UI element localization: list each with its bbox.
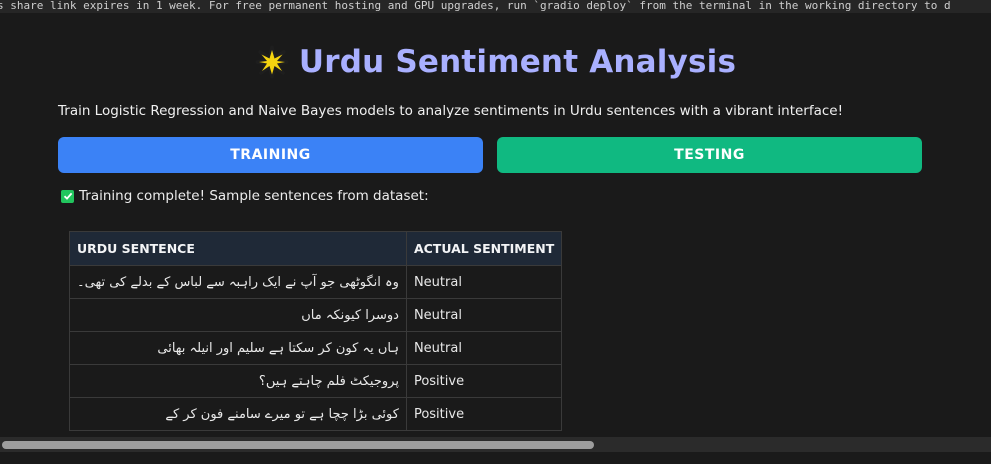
column-header-urdu-sentence: URDU SENTENCE <box>69 231 407 266</box>
column-header-actual-sentiment: ACTUAL SENTIMENT <box>405 231 563 266</box>
table-row: دوسرا کیونکہ ماں Neutral <box>69 298 563 332</box>
urdu-sentence-cell: دوسرا کیونکہ ماں <box>69 298 407 332</box>
training-button[interactable]: TRAINING <box>58 137 483 173</box>
table-row: کوئی بڑا چچا ہے تو میرے سامنے فون کر کے … <box>69 397 563 431</box>
sentiment-cell: Positive <box>405 397 563 431</box>
training-status: Training complete! Sample sentences from… <box>61 188 429 204</box>
sentiment-cell: Neutral <box>405 331 563 365</box>
table-row: پروجیکٹ فلم چاہتے ہیں؟ Positive <box>69 364 563 398</box>
training-status-text: Training complete! Sample sentences from… <box>79 188 429 204</box>
table-header-row: URDU SENTENCE ACTUAL SENTIMENT <box>69 231 563 266</box>
urdu-sentence-cell: ہاں یہ کون کر سکتا ہے سلیم اور انیلہ بھا… <box>69 331 407 365</box>
table-row: ہاں یہ کون کر سکتا ہے سلیم اور انیلہ بھا… <box>69 331 563 365</box>
testing-button[interactable]: TESTING <box>497 137 922 173</box>
urdu-sentence-cell: کوئی بڑا چچا ہے تو میرے سامنے فون کر کے <box>69 397 407 431</box>
sentiment-cell: Neutral <box>405 265 563 299</box>
urdu-sentence-cell: پروجیکٹ فلم چاہتے ہیں؟ <box>69 364 407 398</box>
star-icon <box>255 45 289 79</box>
bottom-strip <box>0 452 991 464</box>
share-link-notice: s share link expires in 1 week. For free… <box>0 0 991 13</box>
table-row: وہ انگوٹھی جو آپ نے ایک راہبہ سے لباس کے… <box>69 265 563 299</box>
urdu-sentence-cell: وہ انگوٹھی جو آپ نے ایک راہبہ سے لباس کے… <box>69 265 407 299</box>
sentiment-cell: Neutral <box>405 298 563 332</box>
horizontal-scrollbar-thumb[interactable] <box>2 441 594 449</box>
check-icon <box>61 189 74 203</box>
sentiment-cell: Positive <box>405 364 563 398</box>
page-title-text: Urdu Sentiment Analysis <box>298 44 737 80</box>
sample-sentences-table: URDU SENTENCE ACTUAL SENTIMENT وہ انگوٹھ… <box>69 231 563 431</box>
page-subtitle: Train Logistic Regression and Naive Baye… <box>58 103 844 119</box>
title-row: Urdu Sentiment Analysis <box>0 44 991 83</box>
page-title: Urdu Sentiment Analysis <box>255 44 736 80</box>
